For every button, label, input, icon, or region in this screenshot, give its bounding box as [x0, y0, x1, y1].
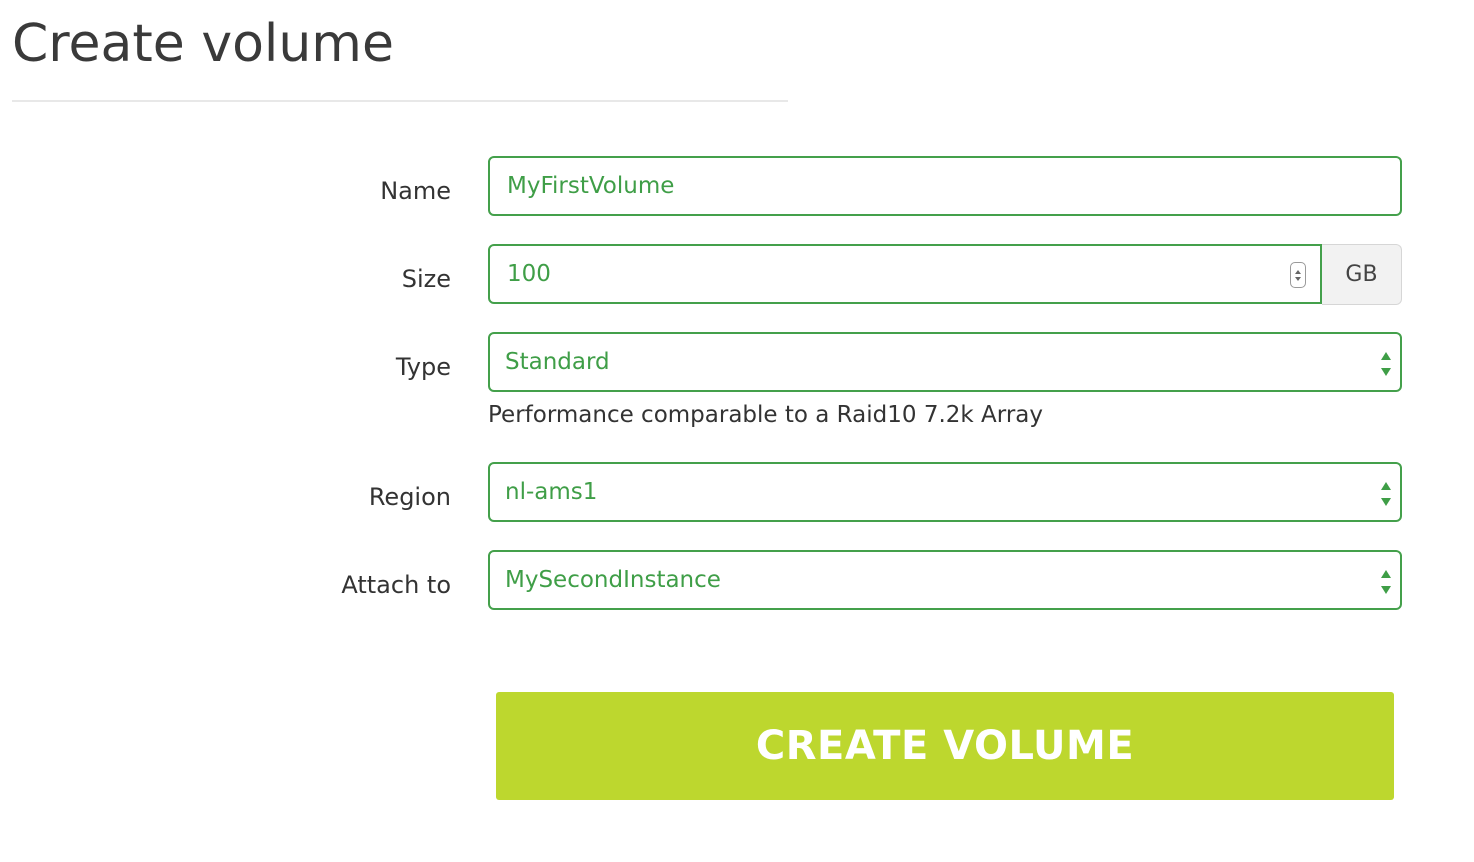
name-input-value: MyFirstVolume — [507, 173, 675, 199]
attach-to-select[interactable]: MySecondInstance — [488, 550, 1402, 610]
size-input-value: 100 — [507, 261, 551, 287]
size-unit-addon: GB — [1322, 244, 1402, 305]
type-label: Type — [395, 353, 451, 381]
number-spinner-icon[interactable] — [1290, 262, 1306, 288]
page-title: Create volume — [12, 14, 394, 74]
region-label: Region — [368, 483, 451, 511]
spinner-up-icon[interactable] — [1295, 269, 1301, 274]
name-input[interactable]: MyFirstVolume — [488, 156, 1402, 216]
name-label: Name — [380, 177, 451, 205]
select-caret-icon — [1380, 570, 1392, 594]
region-select[interactable]: nl-ams1 — [488, 462, 1402, 522]
size-input[interactable]: 100 — [488, 244, 1322, 304]
type-help-text: Performance comparable to a Raid10 7.2k … — [488, 402, 1043, 428]
title-divider — [12, 100, 788, 102]
region-select-value: nl-ams1 — [505, 479, 598, 505]
select-caret-icon — [1380, 352, 1392, 376]
size-label: Size — [401, 265, 451, 293]
type-select[interactable]: Standard — [488, 332, 1402, 392]
select-caret-icon — [1380, 482, 1392, 506]
spinner-down-icon[interactable] — [1295, 276, 1301, 281]
create-volume-button[interactable]: CREATE VOLUME — [496, 692, 1394, 800]
type-select-value: Standard — [505, 349, 610, 375]
attach-to-select-value: MySecondInstance — [505, 567, 721, 593]
attach-to-label: Attach to — [341, 571, 451, 599]
